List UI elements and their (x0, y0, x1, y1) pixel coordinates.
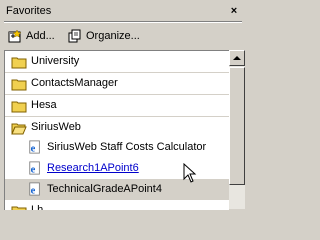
list-item-label: Research1APoint6 (47, 162, 139, 174)
vertical-scrollbar[interactable] (229, 50, 245, 209)
add-favorite-icon (8, 29, 22, 43)
favorite-folder-lh[interactable]: Lh (5, 201, 229, 210)
list-item-label: University (31, 55, 80, 67)
folder-icon (11, 57, 27, 69)
folder-icon (11, 79, 27, 91)
svg-text:e: e (31, 164, 36, 175)
favorite-folder-university[interactable]: University (5, 51, 229, 73)
favorite-folder-contactsmanager[interactable]: ContactsManager (5, 73, 229, 95)
list-item-label: SiriusWeb Staff Costs Calculator (47, 141, 207, 153)
favorite-folder-siriusweb[interactable]: SiriusWeb (5, 117, 229, 138)
list-item-label: Hesa (31, 99, 57, 111)
svg-text:e: e (31, 185, 36, 196)
scroll-thumb[interactable] (229, 67, 245, 185)
list-item-label: ContactsManager (31, 77, 118, 89)
organize-favorites-icon (68, 29, 81, 43)
header-divider (4, 21, 242, 23)
folder-icon (11, 101, 27, 113)
open-folder-icon (11, 123, 27, 135)
mouse-pointer-icon (183, 163, 197, 183)
organize-button[interactable]: Organize... (68, 27, 140, 45)
ie-page-icon: e (29, 182, 40, 196)
close-icon[interactable]: × (228, 5, 240, 17)
folder-icon (11, 206, 27, 210)
favorites-list[interactable]: University ContactsManager Hesa SiriusWe… (4, 50, 229, 210)
panel-title: Favorites (6, 5, 52, 17)
ie-page-icon: e (29, 161, 40, 175)
favorites-toolbar: Add... Organize... (0, 24, 246, 48)
ie-page-icon: e (29, 140, 40, 154)
organize-button-label: Organize... (86, 30, 140, 42)
panel-header: Favorites × (0, 0, 246, 23)
svg-text:e: e (31, 143, 36, 154)
favorite-link-staff-costs-calculator[interactable]: e SiriusWeb Staff Costs Calculator (5, 137, 229, 158)
list-item-label: SiriusWeb (31, 121, 81, 133)
list-item-label: TechnicalGradeAPoint4 (47, 183, 162, 195)
favorite-folder-hesa[interactable]: Hesa (5, 95, 229, 117)
list-item-label: Lh (31, 204, 44, 210)
scroll-up-button[interactable] (229, 50, 245, 66)
arrow-up-icon (233, 56, 241, 60)
add-button[interactable]: Add... (8, 27, 55, 45)
add-button-label: Add... (26, 30, 55, 42)
